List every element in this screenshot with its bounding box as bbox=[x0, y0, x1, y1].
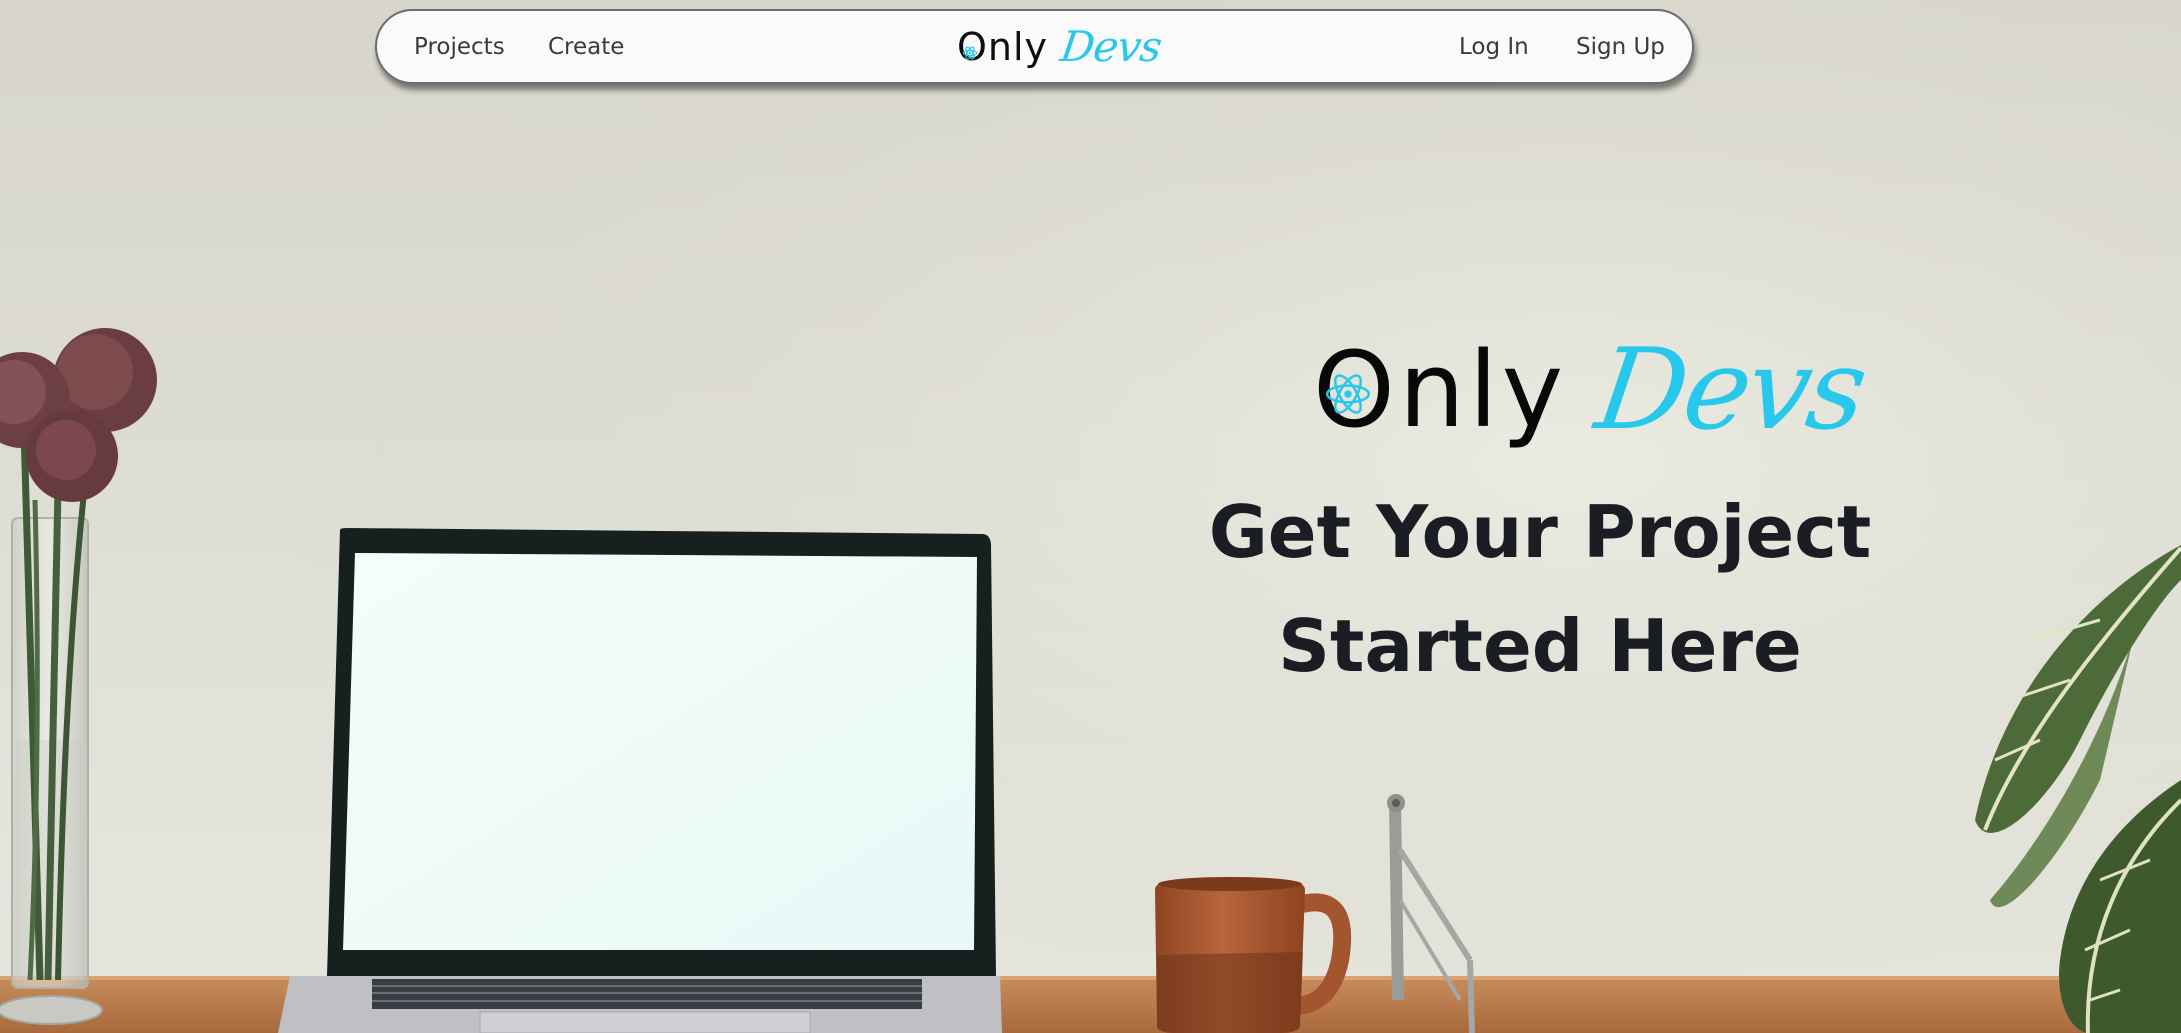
react-atom-icon bbox=[962, 46, 978, 60]
nav-link-create[interactable]: Create bbox=[548, 11, 624, 84]
nav-link-login[interactable]: Log In bbox=[1459, 11, 1529, 84]
nav-link-projects[interactable]: Projects bbox=[414, 11, 505, 84]
hero-logo-devs-text: Devs bbox=[1589, 325, 1873, 455]
hero-headline: Get Your Project Started Here bbox=[1180, 475, 1900, 703]
nav-logo[interactable]: Only Devs bbox=[957, 17, 1164, 77]
nav-logo-only-text: Only bbox=[957, 25, 1049, 69]
top-navbar: Projects Create Only Devs Log In Sign Up bbox=[375, 9, 1694, 84]
laptop-decoration bbox=[278, 528, 1002, 1033]
nav-logo-devs-text: Devs bbox=[1057, 22, 1165, 71]
nav-link-signup[interactable]: Sign Up bbox=[1576, 11, 1665, 84]
react-atom-icon bbox=[1325, 374, 1371, 414]
hero-logo-only-text: Only bbox=[1313, 329, 1568, 451]
hero-headline-line1: Get Your Project bbox=[1208, 490, 1872, 574]
hero-logo: Only Devs bbox=[1313, 325, 1872, 455]
hero-headline-line2: Started Here bbox=[1278, 604, 1802, 688]
